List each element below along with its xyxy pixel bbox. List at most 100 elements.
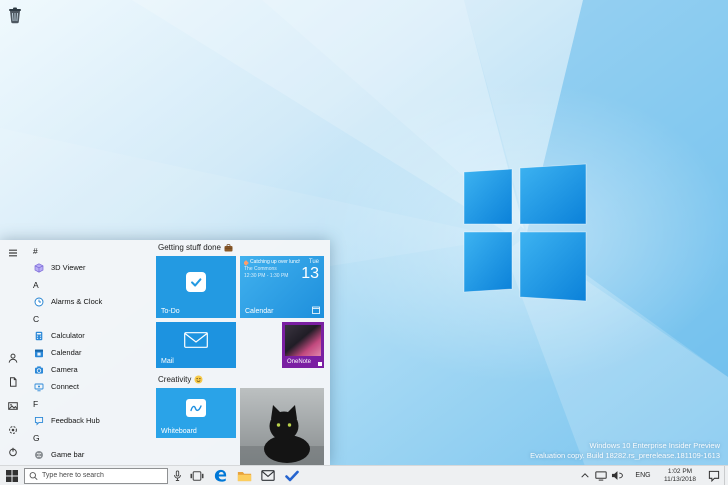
- folder-icon: [237, 471, 251, 481]
- time-label: 1:02 PM: [667, 468, 693, 475]
- chevron-up-icon: [581, 473, 589, 478]
- feedback-hub-icon: [33, 415, 44, 426]
- app-group-header-f[interactable]: F: [26, 395, 156, 412]
- app-item-label: Feedback Hub: [51, 416, 100, 425]
- tile-calendar[interactable]: Catching up over lunch The Commons 12:30…: [240, 256, 324, 318]
- start-menu: # 3D Viewer A Alarms & Clock C Calculato…: [0, 240, 330, 465]
- app-item-calculator[interactable]: Calculator: [26, 327, 156, 344]
- calendar-badge-icon: [312, 306, 320, 314]
- app-item-label: Game bar: [51, 450, 85, 459]
- power-icon: [9, 447, 17, 457]
- tile-group-creativity[interactable]: Creativity: [158, 373, 203, 386]
- watermark-line2: Evaluation copy. Build 18282.rs_prerelea…: [530, 451, 720, 460]
- edge-browser-button[interactable]: [208, 466, 232, 485]
- recycle-bin-icon[interactable]: [7, 6, 23, 24]
- power-button[interactable]: [0, 441, 26, 463]
- app-group-header-hash[interactable]: #: [26, 242, 156, 259]
- settings-button[interactable]: [0, 419, 26, 441]
- start-menu-rail: [0, 240, 26, 465]
- app-item-game-bar[interactable]: Game bar: [26, 446, 156, 463]
- user-icon: [8, 353, 18, 363]
- app-item-alarms-clock[interactable]: Alarms & Clock: [26, 293, 156, 310]
- action-center-icon: [708, 470, 720, 482]
- tile-photos[interactable]: [240, 388, 324, 465]
- search-icon: [29, 471, 38, 480]
- group-title-label: Getting stuff done: [158, 243, 222, 252]
- app-item-label: 3D Viewer: [51, 263, 86, 272]
- language-label: ENG: [635, 472, 651, 479]
- tile-onenote[interactable]: OneNote: [282, 322, 324, 368]
- app-item-calendar[interactable]: Calendar: [26, 344, 156, 361]
- watermark-line1: Windows 10 Enterprise Insider Preview: [589, 441, 720, 450]
- windows-logo: [463, 163, 587, 302]
- event-time: 12:30 PM - 1:30 PM: [244, 272, 289, 279]
- app-item-connect[interactable]: Connect: [26, 378, 156, 395]
- tile-whiteboard[interactable]: Whiteboard: [156, 388, 236, 438]
- connect-icon: [33, 381, 44, 392]
- pictures-button[interactable]: [0, 395, 26, 417]
- app-group-header-a[interactable]: A: [26, 276, 156, 293]
- search-box[interactable]: [24, 467, 168, 484]
- tile-label: Whiteboard: [161, 428, 197, 435]
- documents-button[interactable]: [0, 371, 26, 393]
- tile-label: Mail: [161, 358, 174, 365]
- task-view-icon: [190, 470, 204, 481]
- edge-icon: [214, 469, 226, 482]
- smiley-emoji-icon: [194, 375, 203, 384]
- app-item-label: Calendar: [51, 348, 82, 357]
- tile-group-getting-stuff-done[interactable]: Getting stuff done: [158, 241, 233, 254]
- app-group-header-g[interactable]: G: [26, 429, 156, 446]
- network-tray-button[interactable]: [593, 466, 609, 485]
- start-button[interactable]: [0, 466, 24, 485]
- tile-mail[interactable]: Mail: [156, 322, 236, 368]
- app-item-label: Calculator: [51, 331, 85, 340]
- show-desktop-button[interactable]: [724, 465, 728, 485]
- mail-app-button[interactable]: [256, 466, 280, 485]
- app-item-camera[interactable]: Camera: [26, 361, 156, 378]
- app-group-header-c[interactable]: C: [26, 310, 156, 327]
- search-input[interactable]: [42, 472, 163, 479]
- task-view-button[interactable]: [186, 466, 208, 485]
- todo-check-icon: [285, 470, 299, 481]
- desktop: Windows 10 Enterprise Insider Preview Ev…: [0, 0, 728, 485]
- app-item-3d-viewer[interactable]: 3D Viewer: [26, 259, 156, 276]
- tile-area: Getting stuff done To-Do Catching up ove…: [156, 240, 326, 465]
- game-bar-icon: [33, 449, 44, 460]
- clock[interactable]: 1:02 PM 11/13/2018: [656, 466, 704, 485]
- show-hidden-icons-button[interactable]: [577, 466, 593, 485]
- mail-envelope-icon: [261, 470, 275, 481]
- language-indicator[interactable]: ENG: [630, 466, 656, 485]
- app-item-label: Alarms & Clock: [51, 297, 103, 306]
- calendar-date: Tue 13: [301, 259, 319, 282]
- camera-icon: [33, 364, 44, 375]
- calculator-icon: [33, 330, 44, 341]
- whiteboard-app-icon: [186, 399, 206, 417]
- action-center-button[interactable]: [704, 466, 724, 485]
- todo-app-icon: [186, 272, 206, 292]
- expand-menu-button[interactable]: [0, 242, 26, 264]
- tile-todo[interactable]: To-Do: [156, 256, 236, 318]
- calendar-live-event: Catching up over lunch The Commons 12:30…: [244, 259, 300, 279]
- 3d-viewer-icon: [33, 262, 44, 273]
- gear-icon: [9, 426, 17, 434]
- app-item-feedback-hub[interactable]: Feedback Hub: [26, 412, 156, 429]
- onenote-live-image: [285, 325, 321, 356]
- documents-icon: [10, 377, 17, 387]
- pictures-icon: [8, 402, 18, 410]
- onenote-badge-icon: [318, 362, 322, 366]
- microphone-icon: [173, 470, 181, 481]
- watermark: Windows 10 Enterprise Insider Preview Ev…: [530, 441, 720, 461]
- volume-tray-button[interactable]: [609, 466, 625, 485]
- app-item-label: Camera: [51, 365, 78, 374]
- group-title-label: Creativity: [158, 375, 192, 384]
- app-item-label: Connect: [51, 382, 79, 391]
- user-account-button[interactable]: [0, 347, 26, 369]
- hamburger-icon: [9, 249, 17, 257]
- event-accent-icon: [244, 259, 249, 266]
- day-number: 13: [301, 265, 319, 282]
- file-explorer-button[interactable]: [232, 466, 256, 485]
- todo-app-button[interactable]: [280, 466, 304, 485]
- cortana-microphone-button[interactable]: [168, 466, 186, 485]
- event-title: Catching up over lunch: [250, 259, 300, 265]
- alarms-clock-icon: [33, 296, 44, 307]
